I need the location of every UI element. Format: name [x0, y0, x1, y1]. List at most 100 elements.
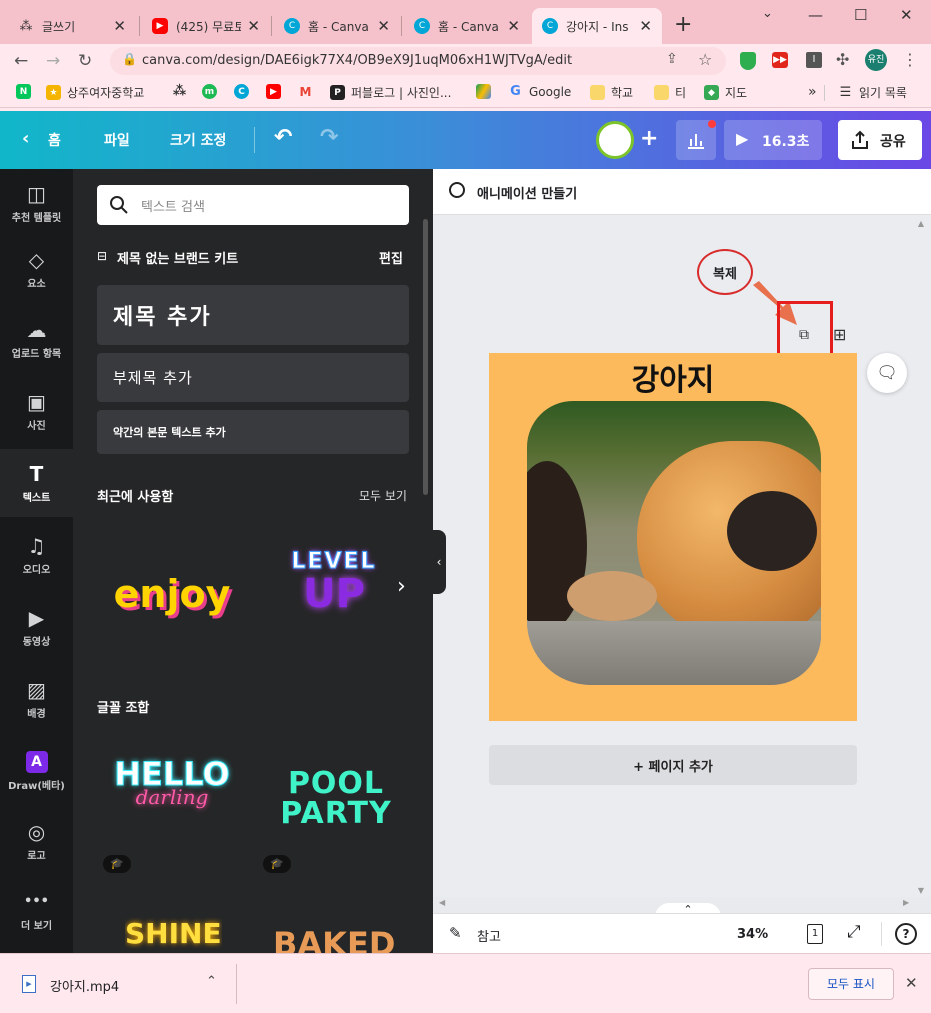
rail-uploads[interactable]: ☁ 업로드 항목: [0, 305, 73, 373]
shield-icon[interactable]: [740, 52, 756, 70]
notes-button[interactable]: 참고: [477, 926, 501, 945]
chevron-right-icon[interactable]: ›: [397, 574, 406, 599]
close-icon[interactable]: ✕: [639, 17, 652, 35]
browser-tab[interactable]: ⁂ 글쓰기 ✕: [8, 8, 136, 44]
chevron-up-icon[interactable]: ⌃: [206, 974, 217, 989]
rail-templates[interactable]: ◫ 추천 템플릿: [0, 169, 73, 237]
back-icon[interactable]: ←: [14, 51, 28, 71]
new-tab-button[interactable]: +: [674, 12, 692, 37]
bookmark-share[interactable]: ⁂: [172, 84, 193, 99]
see-all-link[interactable]: 모두 보기: [359, 487, 407, 504]
comment-icon[interactable]: 🗨: [867, 353, 907, 393]
search-input[interactable]: 텍스트 검색: [97, 185, 409, 225]
rail-video[interactable]: ▶ 동영상: [0, 593, 73, 661]
tab-search-icon[interactable]: ⌄: [762, 6, 773, 21]
download-filename[interactable]: 강아지.mp4: [50, 976, 119, 995]
baked-text[interactable]: BAKED: [273, 925, 395, 953]
duplicate-page-icon[interactable]: ⧉: [799, 327, 809, 343]
extension-icon[interactable]: I: [806, 52, 822, 68]
shine-text[interactable]: SHINE: [125, 917, 222, 953]
add-page-icon[interactable]: ⊞: [833, 325, 846, 344]
add-subheading-button[interactable]: 부제목 추가: [97, 353, 409, 402]
panel-scrollbar[interactable]: [423, 219, 428, 495]
close-icon[interactable]: ✕: [377, 17, 390, 35]
rail-photos[interactable]: ▣ 사진: [0, 377, 73, 445]
undo-icon[interactable]: ↶: [274, 125, 292, 150]
collapse-panel-handle[interactable]: ‹: [432, 530, 446, 594]
analytics-button[interactable]: [676, 120, 716, 160]
animate-button[interactable]: 애니메이션 만들기: [477, 183, 577, 202]
redo-icon[interactable]: ↷: [320, 125, 338, 150]
recent-text-style[interactable]: LEVEL UP: [269, 549, 399, 649]
share-button[interactable]: 공유: [838, 120, 922, 160]
close-icon[interactable]: ✕: [905, 974, 918, 992]
add-member-icon[interactable]: +: [640, 126, 658, 151]
browser-tab-active[interactable]: C 강아지 - Ins ✕: [532, 8, 662, 44]
browser-tab[interactable]: ▶ (425) 무료토 ✕: [142, 8, 270, 44]
rail-audio[interactable]: ♫ 오디오: [0, 521, 73, 589]
bookmark-school[interactable]: ★ 상주여자중학교: [46, 84, 144, 101]
browser-tab[interactable]: C 홈 - Canva ✕: [274, 8, 400, 44]
close-icon[interactable]: ✕: [113, 17, 126, 35]
play-button[interactable]: ▶ 16.3초: [724, 120, 822, 160]
home-button[interactable]: 홈: [48, 130, 61, 150]
help-icon[interactable]: ?: [895, 923, 917, 945]
browser-tab[interactable]: C 홈 - Canva ✕: [404, 8, 530, 44]
forward-icon[interactable]: →: [46, 51, 60, 71]
recent-text-style[interactable]: enjoy: [97, 539, 247, 649]
bookmark-drive[interactable]: [476, 84, 497, 99]
rail-text[interactable]: T 텍스트: [0, 449, 73, 517]
window-close-icon[interactable]: ✕: [900, 6, 913, 24]
bookmark-naver[interactable]: N: [16, 84, 37, 99]
animate-icon: [449, 182, 465, 198]
avatar[interactable]: [596, 121, 634, 159]
share-page-icon[interactable]: ⇪: [666, 51, 678, 67]
minimize-icon[interactable]: —: [808, 6, 823, 24]
puppy-photo[interactable]: [527, 401, 821, 685]
font-combo-item[interactable]: HELLO darling: [97, 755, 247, 835]
bookmark-star-icon[interactable]: ☆: [698, 50, 712, 69]
fullscreen-icon[interactable]: ⤢: [847, 922, 861, 942]
edit-brand-kit-link[interactable]: 편집: [379, 248, 403, 267]
font-combo-item[interactable]: POOL PARTY: [261, 769, 411, 839]
extension-icon[interactable]: ▶▶: [772, 52, 788, 68]
page-count-button[interactable]: 1: [807, 924, 823, 944]
rail-draw[interactable]: A Draw(베타): [0, 737, 73, 805]
bookmark-folder[interactable]: 학교: [590, 84, 633, 101]
add-heading-button[interactable]: 제목 추가: [97, 285, 409, 345]
bookmark-youtube[interactable]: ▶: [266, 84, 287, 99]
bookmark-folder[interactable]: 티: [654, 84, 686, 101]
zoom-level[interactable]: 34%: [737, 927, 768, 942]
add-body-text-button[interactable]: 약간의 본문 텍스트 추가: [97, 410, 409, 454]
rail-logo[interactable]: ◎ 로고: [0, 807, 73, 875]
bookmark-canva[interactable]: C: [234, 84, 255, 99]
bookmark-google[interactable]: G Google: [508, 84, 571, 99]
url-text[interactable]: canva.com/design/DAE6igk77X4/OB9eX9J1uqM…: [142, 53, 572, 68]
show-all-downloads-button[interactable]: 모두 표시: [808, 968, 894, 1000]
reload-icon[interactable]: ↻: [78, 51, 92, 71]
rail-background[interactable]: ▨ 배경: [0, 665, 73, 733]
resize-button[interactable]: 크기 조정: [170, 130, 226, 150]
puzzle-icon[interactable]: ✣: [836, 50, 849, 69]
bookmark-m[interactable]: m: [202, 84, 223, 99]
bookmark-label: 지도: [725, 86, 748, 100]
bookmark-publog[interactable]: P 퍼블로그 | 사진인...: [330, 84, 451, 101]
kebab-menu-icon[interactable]: ⋮: [902, 50, 918, 69]
bookmark-maps[interactable]: ◆ 지도: [704, 84, 747, 101]
workspace-scrollbar[interactable]: ▲ ▼: [915, 219, 927, 895]
close-icon[interactable]: ✕: [507, 17, 520, 35]
omnibox[interactable]: 🔒 canva.com/design/DAE6igk77X4/OB9eX9J1u…: [110, 47, 726, 75]
bookmark-gmail[interactable]: M: [298, 84, 319, 99]
file-menu-button[interactable]: 파일: [104, 130, 130, 150]
rail-more[interactable]: ••• 더 보기: [0, 877, 73, 945]
design-page[interactable]: 강아지: [489, 353, 857, 721]
rail-elements[interactable]: ◇ 요소: [0, 235, 73, 303]
bookmarks-overflow-icon[interactable]: »: [808, 84, 817, 100]
chevron-left-icon[interactable]: ‹: [22, 128, 29, 149]
page-title[interactable]: 강아지: [489, 355, 857, 399]
close-icon[interactable]: ✕: [247, 17, 260, 35]
reading-list[interactable]: ☰ 읽기 목록: [838, 84, 907, 101]
maximize-icon[interactable]: ☐: [854, 6, 867, 24]
avatar[interactable]: 유진: [865, 49, 887, 71]
add-page-button[interactable]: + 페이지 추가: [489, 745, 857, 785]
